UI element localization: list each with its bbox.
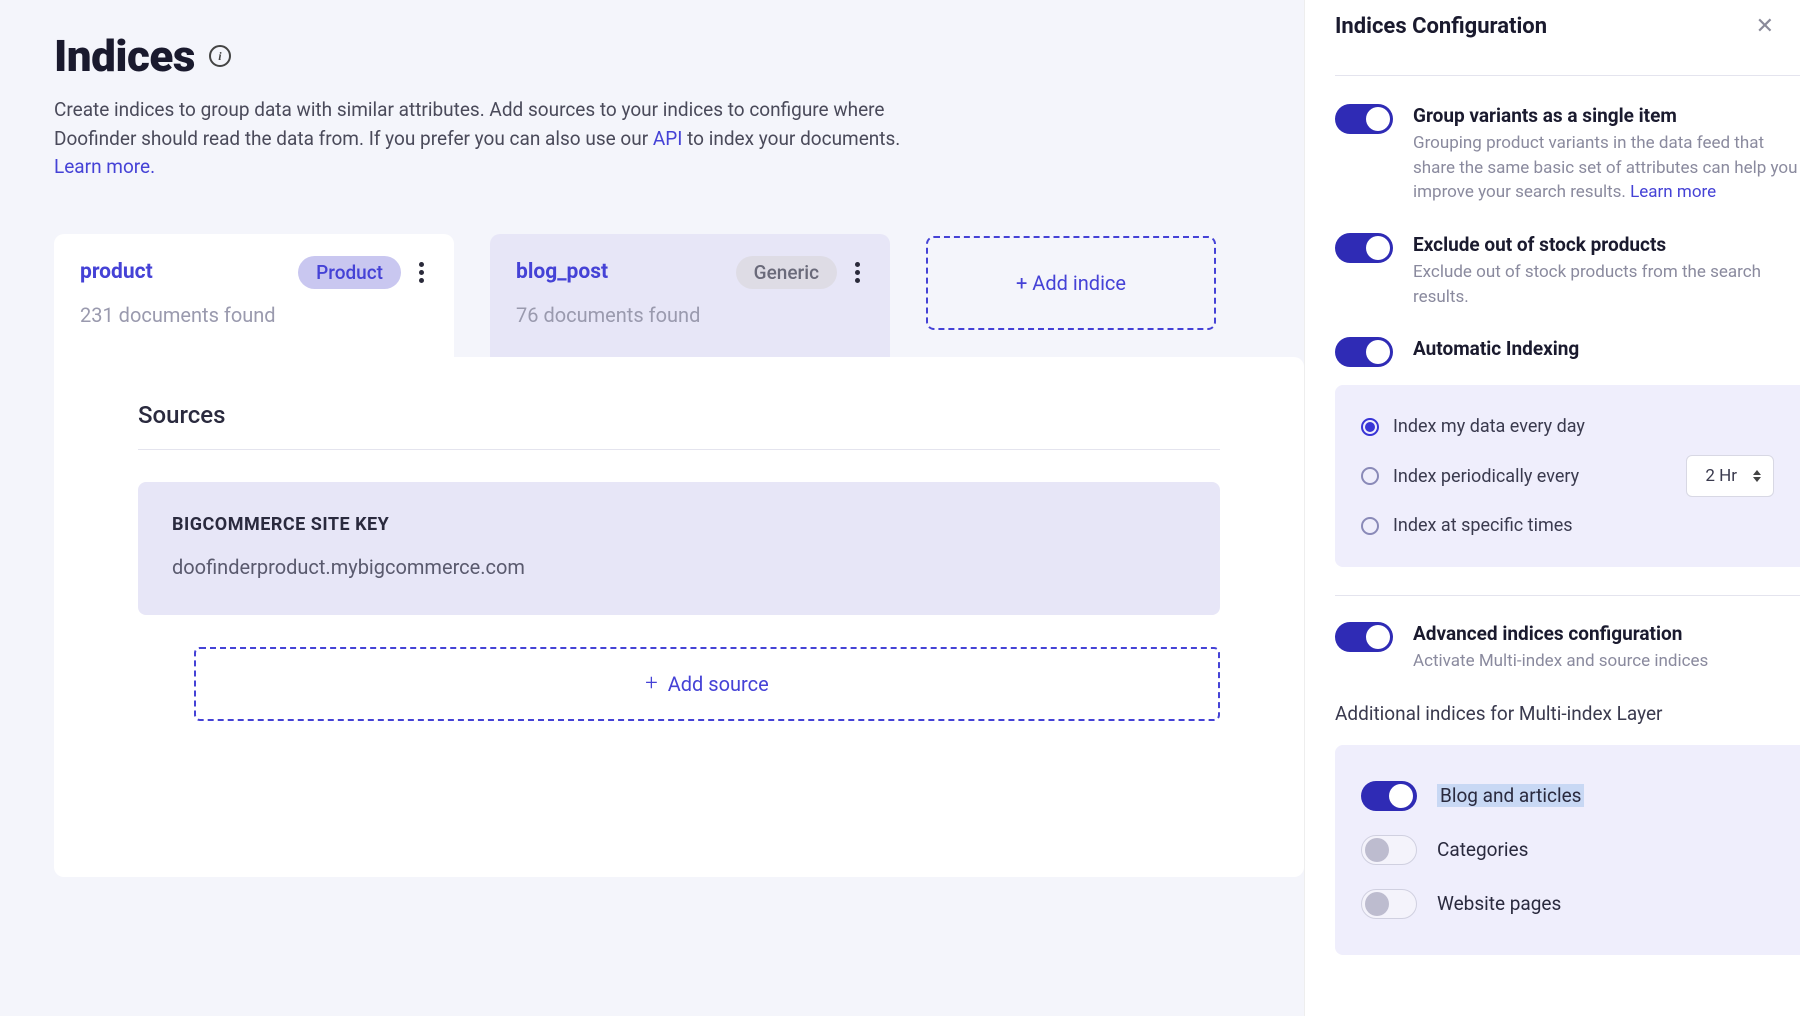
config-exclude-oos: Exclude out of stock products Exclude ou… [1335, 233, 1800, 337]
main-content: Indices i Create indices to group data w… [0, 0, 1304, 1016]
radio-icon[interactable] [1361, 517, 1379, 535]
mi-row-blog: Blog and articles [1361, 769, 1774, 823]
sidebar-config: Indices Configuration ✕ Group variants a… [1304, 0, 1800, 1016]
radio-label: Index periodically every [1393, 466, 1579, 487]
config-advanced: Advanced indices configuration Activate … [1335, 622, 1800, 702]
sidebar-header: Indices Configuration ✕ [1335, 14, 1800, 76]
radio-periodic[interactable]: Index periodically every 2 Hr [1361, 446, 1774, 506]
desc-text-post: to index your documents. [682, 127, 900, 150]
indexing-options: Index my data every day Index periodical… [1335, 385, 1800, 567]
source-value: doofinderproduct.mybigcommerce.com [172, 555, 1186, 579]
mi-label: Categories [1437, 838, 1528, 861]
sources-title: Sources [138, 401, 1220, 450]
tab-badge: Product [298, 256, 401, 289]
config-label: Advanced indices configuration [1413, 622, 1800, 645]
source-box: BIGCOMMERCE SITE KEY doofinderproduct.my… [138, 482, 1220, 615]
tab-right: Generic [736, 256, 864, 289]
config-group-variants: Group variants as a single item Grouping… [1335, 104, 1800, 233]
toggle-group-variants[interactable] [1335, 104, 1393, 134]
radio-label: Index my data every day [1393, 416, 1585, 437]
mi-label: Blog and articles [1437, 784, 1584, 807]
learn-more-link[interactable]: Learn more [1630, 182, 1716, 202]
config-auto-indexing: Automatic Indexing [1335, 337, 1800, 385]
source-label: BIGCOMMERCE SITE KEY [172, 514, 1186, 535]
sidebar-title: Indices Configuration [1335, 14, 1547, 39]
multi-index-heading: Additional indices for Multi-index Layer [1335, 702, 1800, 725]
tab-name: product [80, 260, 153, 284]
period-value: 2 Hr [1705, 466, 1737, 486]
page-header: Indices i [54, 30, 1304, 82]
config-text: Automatic Indexing [1413, 337, 1800, 367]
config-text: Advanced indices configuration Activate … [1413, 622, 1800, 674]
config-desc-text: Grouping product variants in the data fe… [1413, 133, 1798, 202]
toggle-auto-indexing[interactable] [1335, 337, 1393, 367]
toggle-website-pages[interactable] [1361, 889, 1417, 919]
radio-specific[interactable]: Index at specific times [1361, 506, 1774, 545]
page-description: Create indices to group data with simila… [54, 96, 924, 182]
period-select[interactable]: 2 Hr [1686, 455, 1774, 497]
content-panel: Sources BIGCOMMERCE SITE KEY doofinderpr… [54, 357, 1304, 877]
tab-name: blog_post [516, 260, 608, 284]
config-desc: Grouping product variants in the data fe… [1413, 131, 1800, 205]
config-text: Exclude out of stock products Exclude ou… [1413, 233, 1800, 309]
mi-row-categories: Categories [1361, 823, 1774, 877]
kebab-icon[interactable] [851, 258, 864, 287]
kebab-icon[interactable] [415, 258, 428, 287]
mi-label: Website pages [1437, 892, 1561, 915]
radio-daily[interactable]: Index my data every day [1361, 407, 1774, 446]
tab-badge: Generic [736, 256, 837, 289]
tab-product[interactable]: product Product 231 documents found [54, 234, 454, 357]
multi-index-box: Blog and articles Categories Website pag… [1335, 745, 1800, 955]
toggle-exclude-oos[interactable] [1335, 233, 1393, 263]
add-indice-label: + Add indice [1016, 271, 1126, 295]
add-source-label: Add source [668, 672, 769, 696]
radio-label: Index at specific times [1393, 515, 1573, 536]
chevron-updown-icon [1753, 470, 1761, 482]
page-title: Indices [54, 30, 195, 82]
tabs-row: product Product 231 documents found blog… [54, 234, 1304, 357]
toggle-categories[interactable] [1361, 835, 1417, 865]
plus-icon: + [645, 671, 657, 696]
divider [1335, 595, 1800, 596]
learn-more-link[interactable]: Learn more. [54, 155, 155, 178]
info-icon[interactable]: i [209, 45, 231, 67]
config-desc: Activate Multi-index and source indices [1413, 649, 1800, 674]
add-indice-button[interactable]: + Add indice [926, 236, 1216, 330]
tab-doc-count: 76 documents found [516, 303, 864, 327]
config-label: Automatic Indexing [1413, 337, 1800, 360]
api-link[interactable]: API [653, 127, 683, 150]
radio-icon[interactable] [1361, 418, 1379, 436]
tab-top: product Product [80, 256, 428, 289]
add-source-button[interactable]: + Add source [194, 647, 1220, 721]
config-label: Exclude out of stock products [1413, 233, 1800, 256]
toggle-blog-articles[interactable] [1361, 781, 1417, 811]
mi-row-website-pages: Website pages [1361, 877, 1774, 931]
tab-top: blog_post Generic [516, 256, 864, 289]
close-icon[interactable]: ✕ [1756, 14, 1774, 39]
tab-right: Product [298, 256, 428, 289]
config-label: Group variants as a single item [1413, 104, 1800, 127]
tab-doc-count: 231 documents found [80, 303, 428, 327]
tab-blog-post[interactable]: blog_post Generic 76 documents found [490, 234, 890, 357]
config-text: Group variants as a single item Grouping… [1413, 104, 1800, 205]
config-desc: Exclude out of stock products from the s… [1413, 260, 1800, 309]
radio-icon[interactable] [1361, 467, 1379, 485]
toggle-advanced[interactable] [1335, 622, 1393, 652]
